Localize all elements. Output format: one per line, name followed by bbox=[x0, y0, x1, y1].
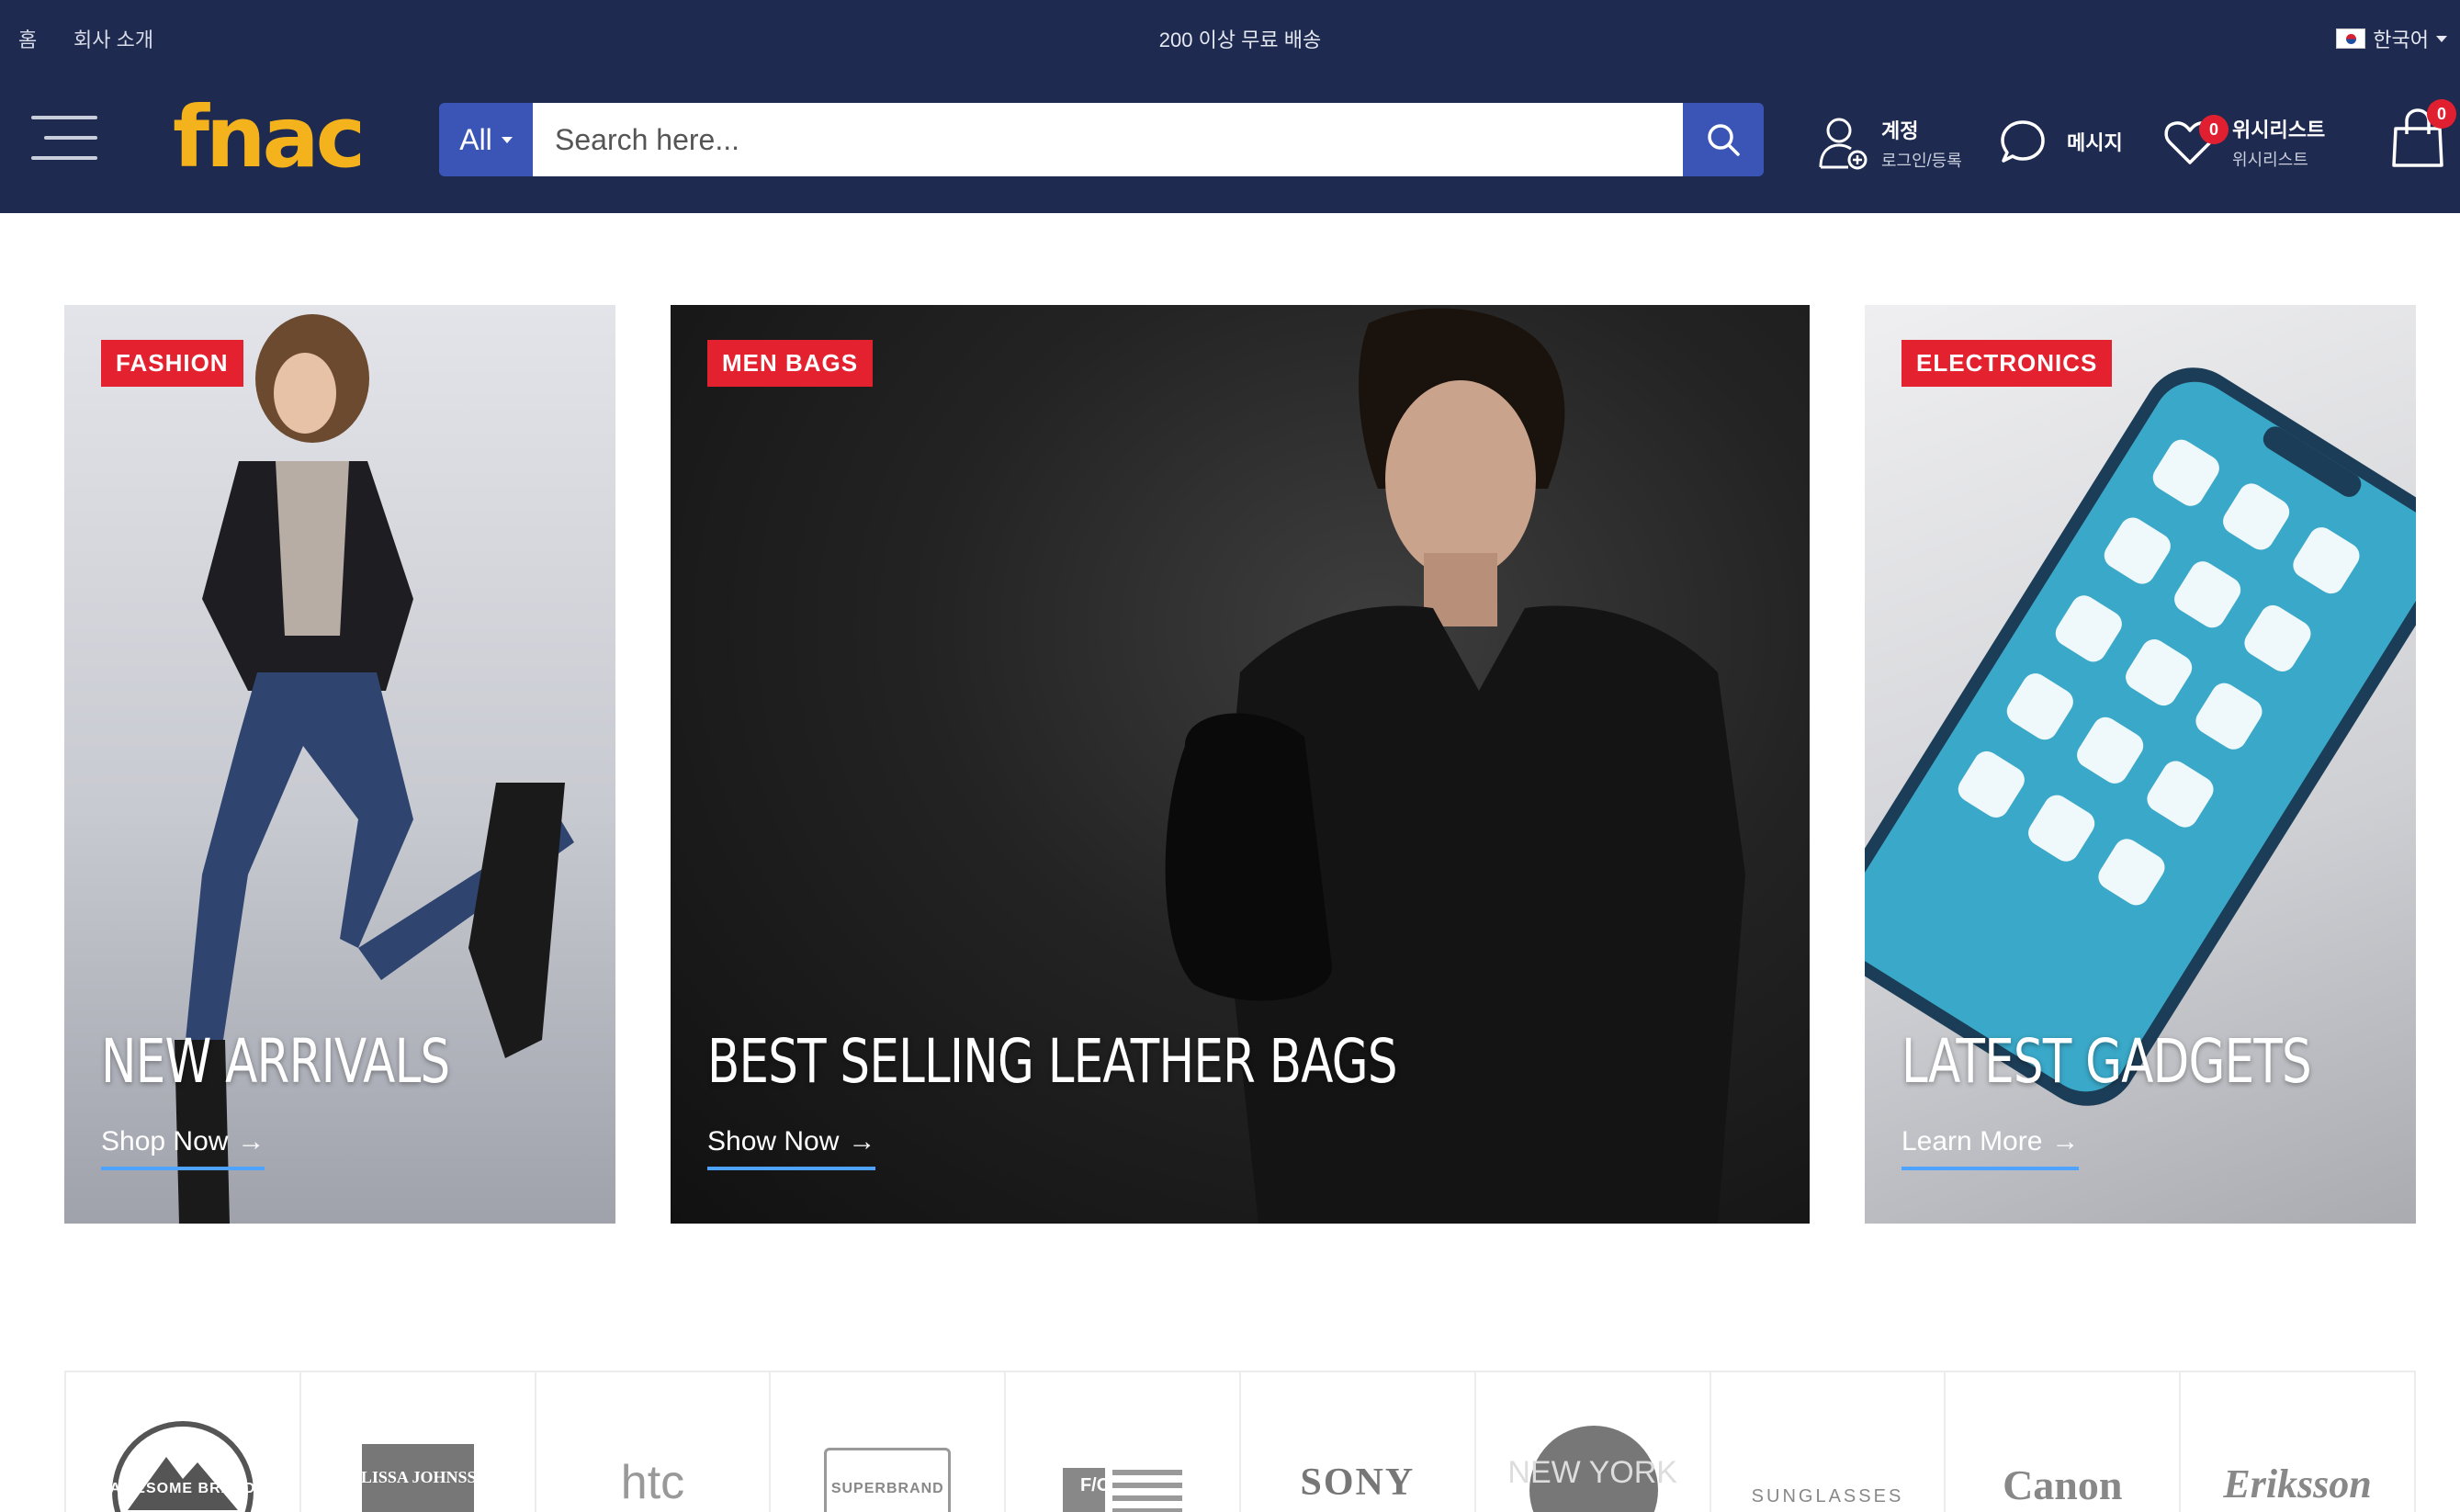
banner-tag: FASHION bbox=[101, 340, 243, 387]
search-category-label: All bbox=[459, 122, 492, 156]
fnac-logo[interactable]: fnac bbox=[173, 96, 366, 180]
messages-link[interactable]: 메시지 bbox=[1999, 118, 2123, 165]
search-bar: All bbox=[439, 103, 1764, 176]
brand-logo-melissa-johnsson[interactable]: MELISSA JOHNSSON bbox=[301, 1372, 536, 1512]
chevron-down-icon bbox=[2436, 35, 2447, 42]
banner-men-bags[interactable]: MEN BAGS BEST SELLING LEATHER BAGS Show … bbox=[671, 305, 1810, 1224]
wishlist-subtitle: 위시리스트 bbox=[2232, 151, 2308, 169]
language-selector[interactable]: 한국어 bbox=[2336, 24, 2447, 53]
cart-count-badge: 0 bbox=[2427, 99, 2456, 129]
brand-logo-awesome-brand[interactable]: AWESOME BRAND bbox=[66, 1372, 301, 1512]
banner-title: BEST SELLING LEATHER BAGS bbox=[707, 1026, 1398, 1097]
brand-logo-sunglasses[interactable]: SUNGLASSES bbox=[1711, 1372, 1947, 1512]
brand-name: Canon bbox=[2003, 1461, 2123, 1508]
banner-tag: ELECTRONICS bbox=[1901, 340, 2113, 387]
free-shipping-notice: 200 이상 무료 배송 bbox=[1158, 28, 1322, 51]
banner-electronics[interactable]: ELECTRONICS LATEST GADGETS Learn More → bbox=[1865, 305, 2416, 1224]
banner-title: LATEST GADGETS bbox=[1901, 1026, 2312, 1097]
show-now-link[interactable]: Show Now → bbox=[707, 1126, 876, 1170]
top-bar: 홈 회사 소개 200 이상 무료 배송 한국어 bbox=[0, 0, 2460, 79]
wishlist-count-badge: 0 bbox=[2199, 115, 2229, 144]
arrow-right-icon: → bbox=[2051, 1126, 2080, 1157]
brand-logo-htc[interactable]: htc bbox=[536, 1372, 772, 1512]
wishlist-link[interactable]: 0 위시리스트 위시리스트 bbox=[2162, 114, 2325, 171]
brand-name: htc bbox=[620, 1456, 685, 1509]
brand-logo-new-york[interactable]: NEW YORK bbox=[1476, 1372, 1711, 1512]
banner-cta-label: Show Now bbox=[707, 1126, 840, 1157]
shop-now-link[interactable]: Shop Now → bbox=[101, 1126, 265, 1170]
banner-cta-label: Learn More bbox=[1901, 1126, 2043, 1157]
account-title: 계정 bbox=[1881, 119, 1919, 142]
brand-logo-superbrand[interactable]: SUPERBRAND bbox=[771, 1372, 1007, 1512]
brand-name: SUPERBRAND bbox=[830, 1481, 944, 1496]
arrow-right-icon: → bbox=[848, 1126, 876, 1157]
brand-logo-strip: AWESOME BRAND MELISSA JOHNSSON htc SUPER… bbox=[64, 1371, 2416, 1512]
brand-logo-fc[interactable]: F/C bbox=[1006, 1372, 1241, 1512]
search-input[interactable] bbox=[533, 103, 1683, 176]
mountain-logo-icon bbox=[111, 1421, 254, 1512]
search-icon bbox=[1708, 124, 1740, 156]
chevron-down-icon bbox=[501, 136, 513, 143]
messages-label: 메시지 bbox=[2067, 131, 2123, 154]
account-link[interactable]: 계정 로그인/등록 bbox=[1817, 114, 1962, 173]
brand-name: F/C bbox=[1079, 1475, 1111, 1495]
brand-name: AWESOME BRAND bbox=[109, 1481, 256, 1496]
banner-cta-label: Shop Now bbox=[101, 1126, 229, 1157]
brand-logo-canon[interactable]: Canon bbox=[1946, 1372, 2182, 1512]
banner-title: NEW ARRIVALS bbox=[101, 1026, 450, 1097]
site-header: 홈 회사 소개 200 이상 무료 배송 한국어 fnac All Search… bbox=[0, 0, 2460, 213]
cart-button[interactable]: 0 bbox=[2388, 99, 2456, 171]
home-link[interactable]: 홈 bbox=[18, 24, 37, 53]
brand-name: MELISSA JOHNSSON bbox=[333, 1468, 502, 1486]
wishlist-title: 위시리스트 bbox=[2232, 118, 2326, 141]
language-label: 한국어 bbox=[2373, 28, 2429, 51]
chat-bubble-icon bbox=[2001, 120, 2045, 163]
search-category-dropdown[interactable]: All bbox=[439, 103, 533, 176]
menu-icon[interactable] bbox=[31, 112, 97, 164]
search-button[interactable] bbox=[1683, 103, 1764, 176]
arrow-right-icon: → bbox=[237, 1126, 265, 1157]
brand-name: SUNGLASSES bbox=[1751, 1486, 1904, 1506]
about-link[interactable]: 회사 소개 bbox=[73, 24, 153, 53]
brand-logo-sony[interactable]: SONY bbox=[1241, 1372, 1476, 1512]
user-icon bbox=[1819, 118, 1868, 170]
brand-name: NEW YORK bbox=[1507, 1455, 1677, 1490]
korea-flag-icon bbox=[2336, 28, 2366, 49]
brand-name: SONY bbox=[1300, 1461, 1416, 1504]
brand-name: Eriksson bbox=[2223, 1461, 2372, 1506]
learn-more-link[interactable]: Learn More → bbox=[1901, 1126, 2080, 1170]
brand-logo-eriksson[interactable]: Eriksson bbox=[2181, 1372, 2414, 1512]
account-subtitle: 로그인/등록 bbox=[1881, 152, 1962, 170]
banner-tag: MEN BAGS bbox=[707, 340, 874, 387]
banner-fashion[interactable]: FASHION NEW ARRIVALS Shop Now → bbox=[64, 305, 615, 1224]
